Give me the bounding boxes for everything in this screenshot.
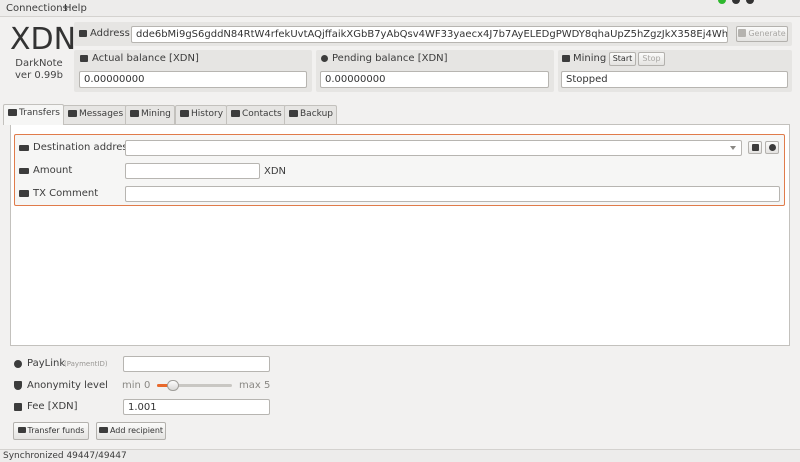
fee-input[interactable]: 1.001	[123, 399, 270, 415]
fee-label: Fee [XDN]	[27, 401, 78, 412]
address-book-button[interactable]	[748, 141, 762, 154]
destination-label: Destination address	[33, 142, 133, 153]
menu-bar: Connections Help	[0, 0, 800, 17]
remove-recipient-button[interactable]	[765, 141, 779, 154]
paylink-label: PayLink	[27, 358, 66, 369]
tab-history[interactable]: History	[175, 105, 228, 124]
comment-input[interactable]	[125, 186, 780, 202]
tab-messages-label: Messages	[79, 109, 124, 119]
transfer-funds-label: Transfer funds	[27, 426, 85, 435]
address-book-icon	[751, 144, 759, 151]
pickaxe-icon	[130, 110, 139, 117]
add-recipient-button[interactable]: Add recipient	[96, 422, 166, 440]
tab-mining[interactable]: Mining	[125, 105, 175, 124]
address-field[interactable]: dde6bMi9gS6gddN84RtW4rfekUvtAQjffaikXGbB…	[131, 26, 728, 43]
amount-unit: XDN	[264, 166, 287, 177]
close-icon	[768, 144, 776, 151]
money-icon	[19, 168, 29, 174]
clock-icon	[321, 55, 328, 62]
tab-messages[interactable]: Messages	[63, 105, 128, 124]
tab-transfers-label: Transfers	[19, 108, 60, 118]
destination-input[interactable]	[125, 140, 742, 156]
logo-subtitle: DarkNote	[15, 58, 63, 69]
shuffle-icon	[17, 427, 26, 433]
history-icon	[180, 110, 189, 117]
tab-transfers[interactable]: Transfers	[3, 104, 64, 125]
paylink-hint: (PaymentID)	[64, 360, 108, 368]
tab-contacts-label: Contacts	[242, 109, 282, 119]
comment-icon	[19, 190, 29, 197]
tray-status-icon[interactable]	[718, 0, 726, 4]
anonymity-slider-handle[interactable]	[167, 380, 179, 391]
tab-contacts[interactable]: Contacts	[226, 105, 286, 124]
mining-status-field[interactable]: Stopped	[561, 71, 788, 88]
paperclip-icon	[14, 360, 22, 368]
pending-balance-field[interactable]: 0.00000000	[320, 71, 549, 88]
download-icon	[289, 110, 298, 117]
generate-label: Generate	[748, 29, 786, 38]
add-recipient-label: Add recipient	[109, 426, 164, 435]
amount-label: Amount	[33, 165, 73, 176]
contacts-icon	[19, 145, 29, 151]
mining-stop-button[interactable]: Stop	[638, 52, 665, 66]
mining-start-button[interactable]: Start	[609, 52, 636, 66]
users-icon	[98, 427, 108, 433]
menu-help[interactable]: Help	[64, 3, 87, 14]
app-version: ver 0.99b	[15, 70, 63, 81]
anonymity-min-label: min 0	[122, 380, 151, 391]
tray-app-icon[interactable]	[732, 0, 740, 4]
transfer-icon	[8, 109, 17, 116]
actual-balance-field[interactable]: 0.00000000	[79, 71, 307, 88]
envelope-icon	[68, 110, 77, 117]
paylink-input[interactable]	[123, 356, 270, 372]
wallet-icon	[79, 30, 87, 37]
anonymity-label: Anonymity level	[27, 380, 108, 391]
status-bar: Synchronized 49447/49447	[0, 449, 800, 462]
menu-connections[interactable]: Connections	[6, 3, 68, 14]
anonymity-max-label: max 5	[239, 380, 271, 391]
shield-icon	[14, 381, 22, 390]
address-label: Address	[90, 28, 130, 39]
pickaxe-icon	[562, 55, 570, 62]
chevron-down-icon[interactable]	[730, 146, 736, 150]
amount-input[interactable]	[125, 163, 260, 179]
tab-backup-label: Backup	[300, 109, 333, 119]
comment-label: TX Comment	[33, 188, 99, 199]
tray-network-icon[interactable]	[746, 0, 754, 4]
system-tray	[718, 0, 778, 4]
transfer-funds-button[interactable]: Transfer funds	[13, 422, 89, 440]
contacts-icon	[231, 110, 240, 117]
mining-label: Mining	[573, 53, 607, 64]
tab-history-label: History	[191, 109, 224, 119]
logo-text: XDN	[10, 22, 77, 57]
generate-icon	[738, 29, 747, 37]
pending-balance-label: Pending balance [XDN]	[332, 53, 448, 64]
checkbox-icon	[80, 55, 88, 62]
actual-balance-label: Actual balance [XDN]	[92, 53, 199, 64]
tab-backup[interactable]: Backup	[284, 105, 337, 124]
tab-mining-label: Mining	[141, 109, 171, 119]
generate-button[interactable]: Generate	[736, 26, 788, 42]
fee-icon	[14, 403, 22, 411]
